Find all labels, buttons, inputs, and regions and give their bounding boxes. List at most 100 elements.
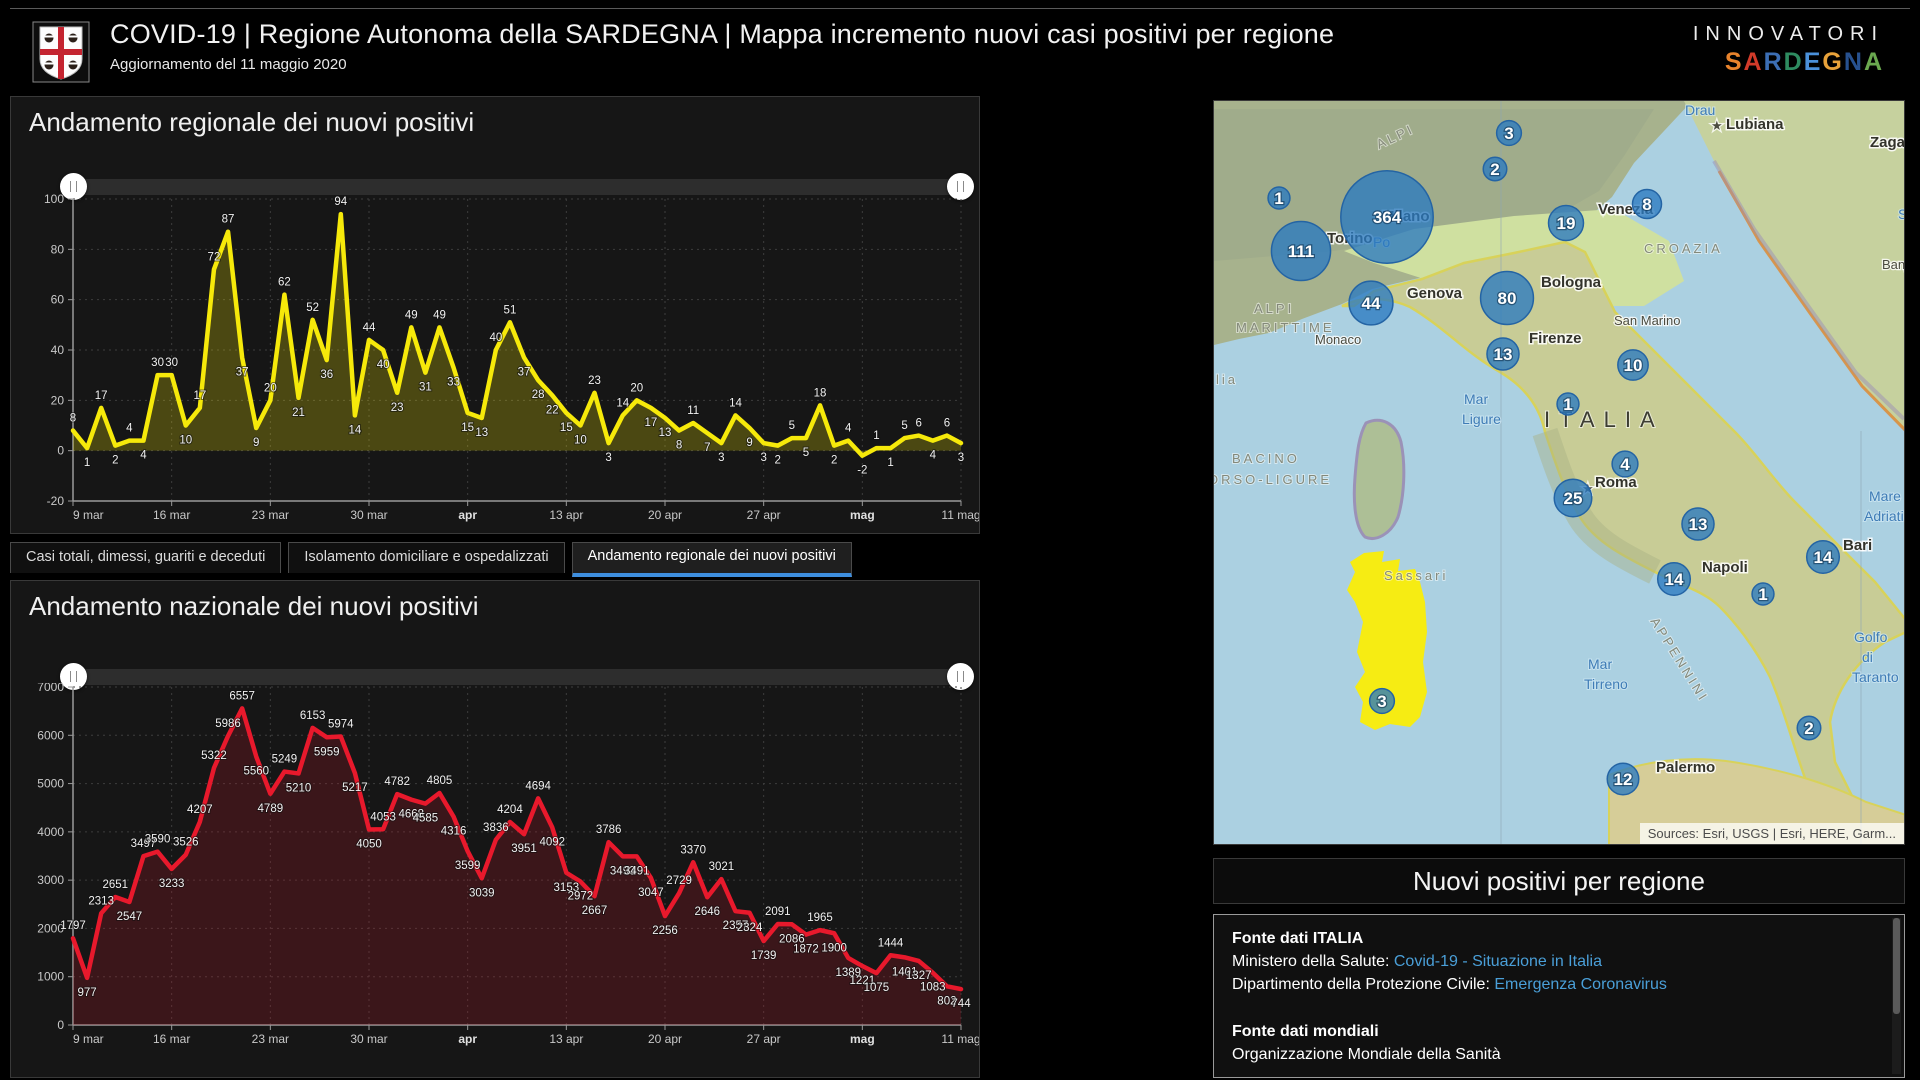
map-bubble-emilia-romagna[interactable]: 80 xyxy=(1479,270,1535,326)
data-point-label: 30 xyxy=(151,357,164,369)
map-title-bar: Nuovi positivi per regione xyxy=(1213,858,1905,904)
map-bubble-sicilia[interactable]: 12 xyxy=(1606,762,1640,796)
map-bubble-puglia[interactable]: 14 xyxy=(1805,539,1841,575)
link-situazione-italia[interactable]: Covid-19 - Situazione in Italia xyxy=(1394,953,1602,970)
bubble-value: 14 xyxy=(1665,570,1684,589)
data-point-label: 3590 xyxy=(145,834,171,846)
tab-isolamento[interactable]: Isolamento domiciliare e ospedalizzati xyxy=(288,542,565,573)
scrollbar[interactable] xyxy=(1892,918,1901,1074)
sardegna-crest-logo xyxy=(32,21,90,83)
y-axis-tick: 100 xyxy=(44,193,64,206)
italy-map[interactable]: MilanoTorinoVeneziaGenovaBolognaFirenzeR… xyxy=(1214,101,1905,845)
data-point-label: 49 xyxy=(433,309,446,321)
map-bubble-liguria[interactable]: 44 xyxy=(1348,280,1394,326)
corsica xyxy=(1352,418,1406,540)
map-label: Mare xyxy=(1869,488,1901,504)
map-bubble-molise[interactable]: 13 xyxy=(1681,507,1715,541)
data-point-label: 10 xyxy=(574,435,587,447)
map-bubble-basilicata[interactable]: 1 xyxy=(1751,582,1775,606)
map-bubble-abruzzo[interactable]: 4 xyxy=(1611,450,1639,478)
map-bubble-umbria[interactable]: 1 xyxy=(1556,392,1580,416)
map-bubble-piemonte[interactable]: 111 xyxy=(1270,220,1332,282)
data-point-label: 17 xyxy=(645,417,658,429)
y-axis-tick: -20 xyxy=(47,494,65,508)
data-point-label: 2547 xyxy=(117,911,143,923)
data-point-label: 9 xyxy=(746,437,752,449)
map-bubble-p-a-trento[interactable]: 2 xyxy=(1482,156,1508,182)
x-axis-tick: mag xyxy=(850,1032,875,1046)
map-bubble-lazio[interactable]: 25 xyxy=(1553,478,1593,518)
bubble-value: 3 xyxy=(1377,692,1386,711)
map-bubble-lombardia[interactable]: 364 xyxy=(1340,170,1434,264)
data-point-label: 3370 xyxy=(680,844,706,856)
map-bubble-campania[interactable]: 14 xyxy=(1656,561,1692,597)
map-label: BACINO xyxy=(1232,451,1300,466)
data-point-label: 2091 xyxy=(765,906,791,918)
bubble-value: 3 xyxy=(1504,124,1513,143)
data-point-label: 44 xyxy=(363,322,376,334)
data-point-label: 1 xyxy=(887,457,893,469)
data-point-label: 87 xyxy=(222,214,235,226)
map-label: Adriatico xyxy=(1864,508,1905,524)
app-header: COVID-19 | Regione Autonoma della SARDEG… xyxy=(10,8,1910,91)
data-point-label: 5 xyxy=(901,420,907,432)
data-point-label: 5249 xyxy=(272,754,298,766)
map-bubble-valle-d-aosta[interactable]: 1 xyxy=(1267,186,1291,210)
data-point-label: 2 xyxy=(775,455,781,467)
map-bubble-sardegna[interactable]: 3 xyxy=(1368,687,1396,715)
brand-letter: A xyxy=(1743,48,1764,76)
tab-andamento-regionale[interactable]: Andamento regionale dei nuovi positivi xyxy=(571,542,852,577)
data-point-label: 8 xyxy=(70,413,76,425)
data-point-label: 3047 xyxy=(638,887,664,899)
data-point-label: 2729 xyxy=(666,875,692,887)
data-point-label: 2313 xyxy=(88,895,114,907)
data-point-label: 4204 xyxy=(497,804,523,816)
data-point-label: 2667 xyxy=(582,905,608,917)
data-point-label: 13 xyxy=(659,427,672,439)
map-bubble-veneto[interactable]: 19 xyxy=(1547,204,1585,242)
map-label: Mar xyxy=(1588,656,1612,672)
data-point-label: 2972 xyxy=(568,890,594,902)
map-label: Drau xyxy=(1685,102,1715,118)
data-point-label: 4805 xyxy=(427,775,453,787)
x-axis-tick: 27 apr xyxy=(747,508,781,522)
data-point-label: 2 xyxy=(112,455,118,467)
italy-map-panel[interactable]: MilanoTorinoVeneziaGenovaBolognaFirenzeR… xyxy=(1213,100,1905,845)
regional-line-chart[interactable]: -20 0 20 40 60 80 100 9 mar 16 mar 23 mar 30 mar ap… xyxy=(11,193,979,529)
link-emergenza-coronavirus[interactable]: Emergenza Coronavirus xyxy=(1494,976,1667,993)
national-line-chart[interactable]: 010002000300040005000600070009 mar 16 mar… xyxy=(11,683,979,1075)
map-label: Taranto xyxy=(1852,669,1899,685)
bubble-value: 111 xyxy=(1288,242,1315,261)
map-label: Lubiana xyxy=(1726,116,1784,133)
data-point-label: 8 xyxy=(676,440,682,452)
map-label: ALPI xyxy=(1254,301,1294,316)
bubble-value: 364 xyxy=(1373,208,1402,227)
brand-letter: N xyxy=(1843,48,1864,76)
data-point-label: 72 xyxy=(208,251,221,263)
data-point-label: 4 xyxy=(845,423,852,435)
map-bubble-calabria[interactable]: 2 xyxy=(1796,715,1822,741)
map-bubble-friuli-venezia-giulia[interactable]: 8 xyxy=(1631,188,1663,220)
data-point-label: 94 xyxy=(334,196,347,208)
data-point-label: 18 xyxy=(814,387,827,399)
sources-line1-prefix: Ministero della Salute: xyxy=(1232,953,1394,971)
bubble-value: 2 xyxy=(1490,160,1499,179)
tab-casi-totali[interactable]: Casi totali, dimessi, guariti e deceduti xyxy=(10,542,282,573)
data-point-label: 36 xyxy=(320,369,333,381)
map-label: Tirreno xyxy=(1584,676,1628,692)
sources-panel: Fonte dati ITALIA Ministero della Salute… xyxy=(1213,914,1905,1078)
x-axis-tick: apr xyxy=(458,1032,477,1046)
y-axis-tick: 7000 xyxy=(37,683,64,694)
map-label: Roma xyxy=(1595,474,1637,491)
map-bubble-toscana[interactable]: 13 xyxy=(1486,337,1520,371)
sources-world-header: Fonte dati mondiali xyxy=(1232,1022,1379,1040)
y-axis-tick: 3000 xyxy=(37,873,64,887)
data-point-label: 3021 xyxy=(709,861,735,873)
x-axis-tick: 13 apr xyxy=(549,1032,583,1046)
map-label: Sava xyxy=(1898,206,1905,222)
map-bubble-marche[interactable]: 10 xyxy=(1617,349,1649,381)
map-label: Firenze xyxy=(1529,330,1582,347)
scrollbar-thumb[interactable] xyxy=(1893,918,1900,1014)
map-bubble-p-a-bolzano[interactable]: 3 xyxy=(1495,119,1523,147)
data-point-label: 51 xyxy=(504,304,517,316)
